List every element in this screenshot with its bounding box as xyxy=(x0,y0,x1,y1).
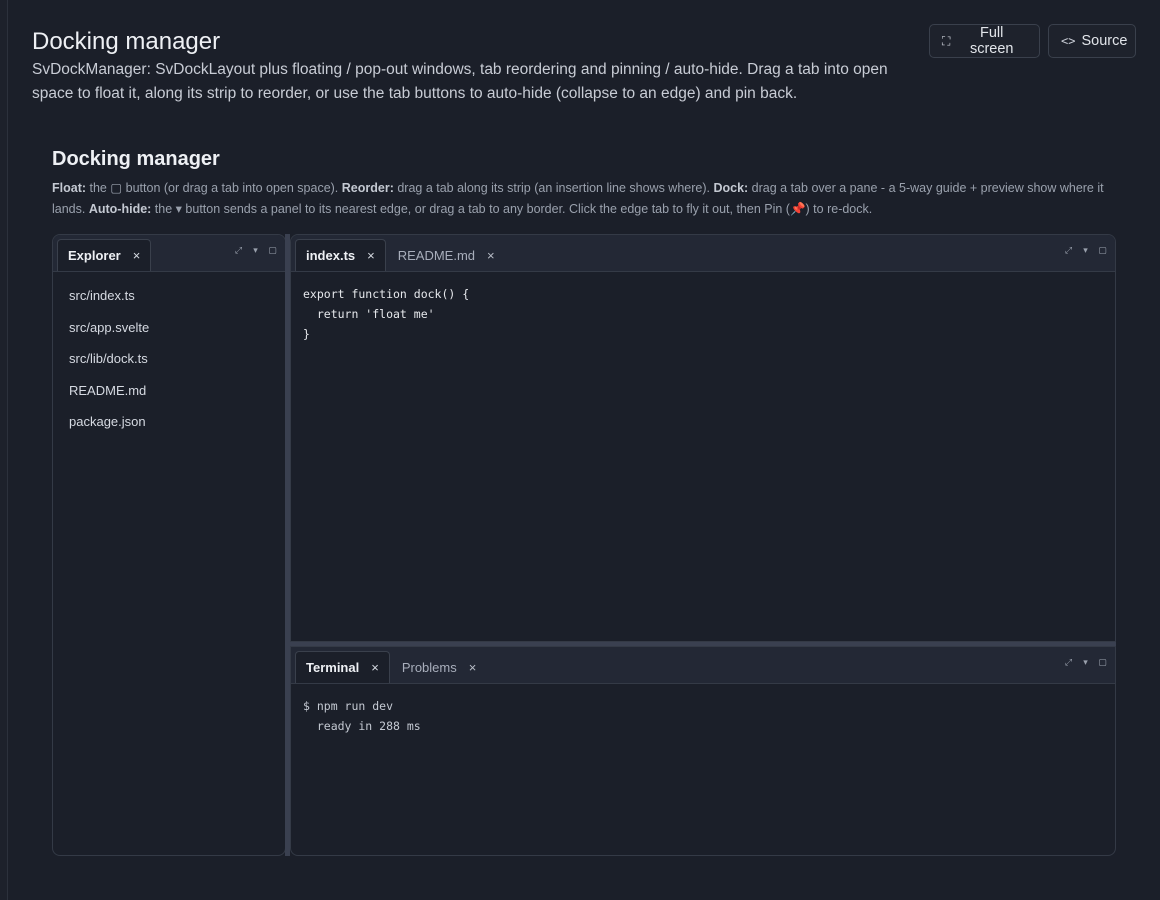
close-icon[interactable]: × xyxy=(367,248,375,263)
tab-index-ts[interactable]: index.ts × xyxy=(295,239,386,271)
explorer-pane: Explorer × ⤢ ▾ ▢ src/index.ts src/app.sv… xyxy=(52,234,286,856)
autohide-icon[interactable]: ▾ xyxy=(1081,657,1090,668)
float-icon[interactable]: ▢ xyxy=(1098,245,1107,256)
pane-actions: ⤢ ▾ ▢ xyxy=(1064,245,1107,256)
pane-actions: ⤢ ▾ ▢ xyxy=(1064,657,1107,668)
close-icon[interactable]: × xyxy=(469,660,477,675)
close-icon[interactable]: × xyxy=(487,248,495,263)
float-icon: ▢ xyxy=(110,181,123,195)
close-icon[interactable]: × xyxy=(133,248,141,263)
help-text: button sends a panel to its nearest edge… xyxy=(181,202,790,216)
popout-icon[interactable]: ⤢ xyxy=(1064,245,1073,256)
code-editor[interactable]: export function dock() { return 'float m… xyxy=(291,272,1115,356)
help-reorder-label: Reorder: xyxy=(341,181,394,195)
autohide-icon[interactable]: ▾ xyxy=(1081,245,1090,256)
terminal-pane: Terminal × Problems × ⤢ ▾ ▢ $ npm run de… xyxy=(290,646,1116,856)
list-item[interactable]: package.json xyxy=(69,406,285,438)
tab-label: Explorer xyxy=(68,248,121,263)
editor-tab-strip: index.ts × README.md × ⤢ ▾ ▢ xyxy=(291,235,1115,272)
popout-icon[interactable]: ⤢ xyxy=(1064,657,1073,668)
terminal-tab-strip: Terminal × Problems × ⤢ ▾ ▢ xyxy=(291,647,1115,684)
autohide-icon[interactable]: ▾ xyxy=(251,245,260,256)
help-text: button (or drag a tab into open space). xyxy=(122,181,342,195)
pane-actions: ⤢ ▾ ▢ xyxy=(234,245,277,256)
demo-help: Float: the ▢ button (or drag a tab into … xyxy=(52,178,1112,220)
page-description: SvDockManager: SvDockLayout plus floatin… xyxy=(32,61,888,102)
tab-readme[interactable]: README.md × xyxy=(388,239,505,271)
list-item[interactable]: src/app.svelte xyxy=(69,312,285,344)
tab-terminal[interactable]: Terminal × xyxy=(295,651,390,683)
fullscreen-label: Full screen xyxy=(969,25,1014,57)
help-text: drag a tab along its strip (an insertion… xyxy=(393,181,714,195)
file-list: src/index.ts src/app.svelte src/lib/dock… xyxy=(53,272,285,438)
list-item[interactable]: src/lib/dock.ts xyxy=(69,343,285,375)
popout-icon[interactable]: ⤢ xyxy=(234,245,243,256)
tab-label: Problems xyxy=(401,659,457,675)
help-float-label: Float: xyxy=(52,181,87,195)
fullscreen-icon: ⛶ xyxy=(942,33,951,48)
left-rail xyxy=(0,0,8,900)
code-icon: <> xyxy=(1061,34,1076,48)
help-text: the xyxy=(86,181,111,195)
help-dock-label: Dock: xyxy=(713,181,749,195)
list-item[interactable]: src/index.ts xyxy=(69,280,285,312)
tab-label: README.md xyxy=(397,247,476,263)
tab-explorer[interactable]: Explorer × xyxy=(57,239,152,271)
fullscreen-button[interactable]: ⛶ Full screen xyxy=(929,24,1040,58)
help-autohide-label: Auto-hide: xyxy=(88,202,152,216)
page-title: Docking manager xyxy=(32,28,221,55)
tab-label: index.ts xyxy=(306,248,356,263)
float-icon[interactable]: ▢ xyxy=(1098,657,1107,668)
explorer-tab-strip: Explorer × ⤢ ▾ ▢ xyxy=(53,235,285,272)
help-text: ) to re-dock. xyxy=(805,202,873,216)
terminal-output[interactable]: $ npm run dev ready in 288 ms xyxy=(291,684,1115,748)
tab-label: Terminal xyxy=(306,660,360,675)
source-button[interactable]: <> Source xyxy=(1048,24,1136,58)
source-label: Source xyxy=(1081,33,1128,49)
close-icon[interactable]: × xyxy=(371,660,379,675)
float-icon[interactable]: ▢ xyxy=(268,245,277,256)
editor-pane: index.ts × README.md × ⤢ ▾ ▢ export func… xyxy=(290,234,1116,642)
pin-icon: 📌 xyxy=(789,202,806,216)
help-text: the xyxy=(151,202,176,216)
list-item[interactable]: README.md xyxy=(69,375,285,407)
demo-title: Docking manager xyxy=(52,148,220,170)
tab-problems[interactable]: Problems × xyxy=(392,651,487,683)
